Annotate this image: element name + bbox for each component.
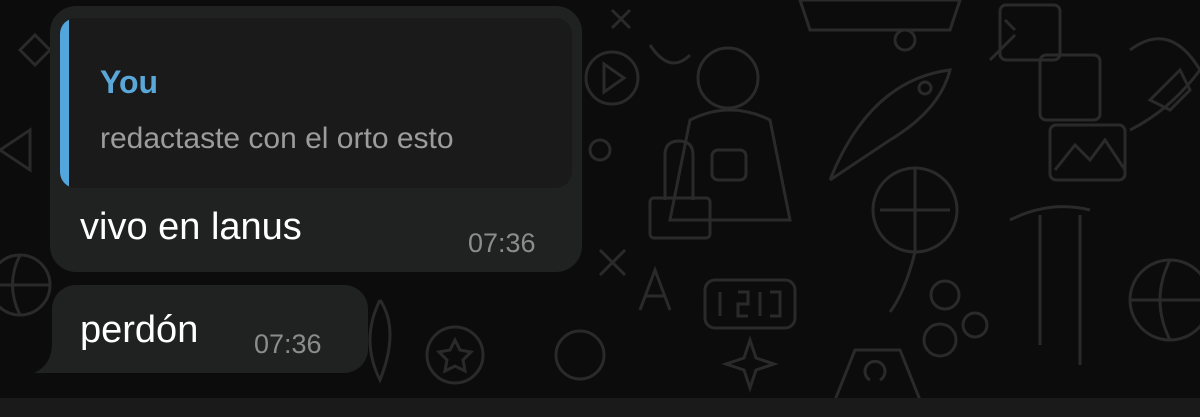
doodle-pot: [648, 196, 712, 240]
quoted-reply[interactable]: You redactaste con el orto esto: [60, 18, 572, 188]
doodle-circle-3: [922, 322, 958, 358]
doodle-curve: [648, 44, 692, 65]
doodle-clock-digits: [718, 290, 782, 318]
doodle-small-circle: [893, 28, 917, 52]
message-time: 07:36: [254, 329, 322, 359]
quote-accent-bar: [60, 18, 69, 188]
doodle-person-head: [696, 46, 760, 110]
doodle-play-icon: [584, 50, 640, 106]
doodle-top-rect: [798, 0, 962, 32]
doodle-sparkle: [721, 335, 779, 393]
doodle-small-circle-2: [588, 138, 612, 162]
doodle-person-2: [554, 329, 606, 381]
doodle-lantern-string: [888, 251, 917, 313]
doodle-translate-a: [638, 265, 672, 311]
quote-text: redactaste con el orto esto: [100, 122, 454, 155]
doodle-photo-frame-2: [1038, 53, 1102, 122]
doodle-photo-frame: [998, 3, 1062, 62]
doodle-play-triangle: [602, 61, 627, 95]
doodle-person-body: [668, 108, 792, 222]
doodle-translate-x: [598, 248, 627, 277]
doodle-smiley: [425, 325, 485, 385]
message-text: perdón: [80, 309, 199, 351]
doodle-spiral: [863, 359, 887, 382]
doodle-cross-icon: [610, 8, 632, 30]
message-bubble[interactable]: perdón 07:36: [52, 285, 368, 373]
doodle-left-arrow: [0, 127, 32, 173]
doodle-hat: [833, 348, 922, 401]
doodle-pocket: [710, 148, 748, 182]
message-text: vivo en lanus: [80, 206, 302, 248]
doodle-leaf: [368, 299, 392, 384]
doodle-left-diamond: [17, 32, 53, 68]
doodle-mountain: [1053, 137, 1127, 171]
message-bubble[interactable]: You redactaste con el orto esto vivo en …: [50, 6, 582, 272]
doodle-bamboo: [1009, 205, 1091, 365]
doodle-lantern-line: [880, 168, 950, 252]
doodle-fish-eye: [917, 80, 933, 96]
message-time: 07:36: [468, 228, 536, 258]
doodle-star: [435, 336, 475, 374]
doodle-circle-2: [961, 311, 989, 339]
quote-author: You: [100, 64, 159, 100]
doodle-key: [988, 18, 1017, 62]
bottom-bar: [0, 398, 1200, 417]
doodle-circle-1: [929, 279, 961, 311]
